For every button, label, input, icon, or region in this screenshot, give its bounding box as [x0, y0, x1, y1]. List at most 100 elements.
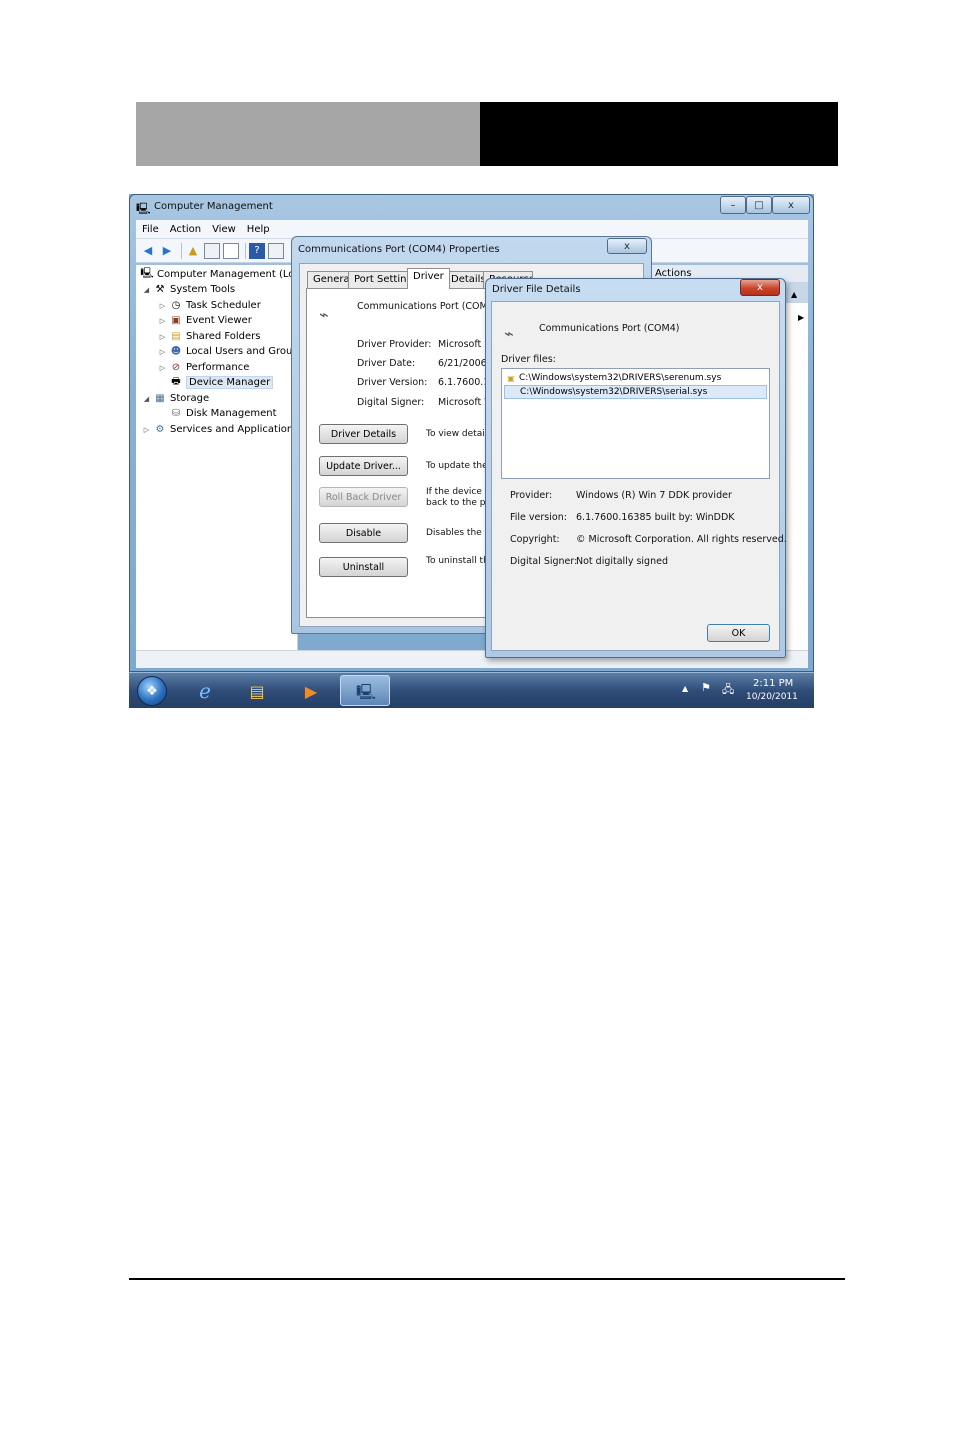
file-path: C:\Windows\system32\DRIVERS\serial.sys [520, 387, 708, 397]
info-label: Provider: [510, 490, 553, 501]
driver-file-details-dialog: Driver File Details x ⌁ Communications P… [485, 278, 787, 658]
tree-node-event-viewer[interactable]: ▷ ▣ Event Viewer [158, 313, 252, 328]
tree-node-label: Performance [186, 362, 250, 373]
window-title: Computer Management [154, 201, 273, 212]
internet-explorer-icon[interactable]: ℯ [191, 677, 219, 705]
menu-action[interactable]: Action [170, 224, 201, 235]
windows-logo-icon: ❖ [146, 683, 158, 699]
close-button[interactable]: x [772, 196, 810, 214]
disk-icon: ⛁ [171, 408, 181, 419]
driver-details-button[interactable]: Driver Details [319, 424, 408, 444]
tree-node-services-applications[interactable]: ▷ ⚙ Services and Applications [142, 422, 299, 437]
tree-node-label: Storage [170, 393, 210, 404]
more-actions-arrow-icon[interactable]: ▶ [798, 313, 804, 322]
menu-help[interactable]: Help [247, 224, 270, 235]
uninstall-button[interactable]: Uninstall [319, 557, 408, 577]
clock-icon: ◷ [171, 300, 181, 311]
expand-arrow-icon[interactable]: ▷ [158, 348, 167, 356]
expand-arrow-icon[interactable]: ▷ [158, 364, 167, 372]
list-item[interactable]: C:\Windows\system32\DRIVERS\serial.sys [504, 385, 767, 399]
driver-file-details-title: Driver File Details [492, 284, 581, 295]
tree-node-local-users[interactable]: ▷ ☻ Local Users and Group [158, 344, 299, 359]
info-label: Digital Signer: [510, 556, 578, 567]
tree-node-computer-management[interactable]: 🖳 Computer Management (Loc [138, 267, 300, 282]
tree-node-device-manager[interactable]: 🖶 Device Manager [158, 375, 274, 390]
tab-driver[interactable]: Driver [407, 268, 450, 289]
driver-file-details-close-button[interactable]: x [740, 279, 780, 296]
system-tools-icon: ⚒ [155, 284, 165, 295]
network-icon[interactable]: 🖧 [722, 681, 734, 700]
event-viewer-icon: ▣ [171, 315, 181, 326]
tree-node-label: Task Scheduler [186, 300, 261, 311]
back-arrow-icon[interactable]: ◀ [140, 243, 156, 259]
device-manager-icon: 🖶 [171, 376, 181, 387]
expand-arrow-icon[interactable]: ▷ [142, 426, 151, 434]
menu-file[interactable]: File [142, 224, 159, 235]
tree-node-task-scheduler[interactable]: ▷ ◷ Task Scheduler [158, 298, 261, 313]
driver-files-list[interactable]: ▣ C:\Windows\system32\DRIVERS\serenum.sy… [501, 368, 770, 479]
close-icon: x [757, 282, 763, 293]
button-description: To update the [426, 461, 486, 471]
field-value: Microsoft [438, 339, 482, 350]
tree-node-storage[interactable]: ◢ ▦ Storage [142, 391, 209, 406]
action-pane-icon[interactable] [268, 242, 284, 259]
computer-management-icon: 🖳 [140, 268, 154, 279]
toolbar-separator [181, 242, 182, 259]
tree-node-system-tools[interactable]: ◢ ⚒ System Tools [142, 282, 235, 297]
port-connector-icon: ⌁ [504, 324, 514, 343]
properties-dialog-title: Communications Port (COM4) Properties [298, 244, 500, 255]
certificate-file-icon: ▣ [507, 373, 515, 383]
roll-back-driver-button[interactable]: Roll Back Driver [319, 487, 408, 507]
tree-node-shared-folders[interactable]: ▷ ▤ Shared Folders [158, 329, 261, 344]
button-description: Disables the se [426, 528, 486, 538]
clock-date[interactable]: 10/20/2011 [746, 692, 798, 702]
minimize-button[interactable]: – [720, 196, 746, 214]
collapse-arrow-icon[interactable]: ◢ [142, 286, 151, 294]
tree-node-disk-management[interactable]: ⛁ Disk Management [158, 406, 277, 421]
maximize-button[interactable]: □ [746, 196, 772, 214]
action-center-flag-icon[interactable]: ⚑ [701, 681, 711, 694]
expand-arrow-icon[interactable]: ▷ [158, 302, 167, 310]
performance-icon: ⊘ [171, 362, 181, 373]
shared-folders-icon: ▤ [171, 331, 181, 342]
up-folder-icon[interactable]: ▲ [185, 243, 201, 259]
computer-management-icon: 🖳 [356, 683, 377, 701]
forward-arrow-icon[interactable]: ▶ [159, 243, 175, 259]
expand-arrow-icon[interactable]: ▷ [158, 333, 167, 341]
disable-button[interactable]: Disable [319, 523, 408, 543]
properties-close-button[interactable]: x [607, 238, 647, 254]
button-description: If the device fa [426, 487, 486, 497]
expand-arrow-icon[interactable]: ▷ [158, 317, 167, 325]
help-icon[interactable]: ? [249, 242, 265, 259]
menu-view[interactable]: View [212, 224, 236, 235]
info-value: Windows (R) Win 7 DDK provider [576, 490, 732, 501]
info-value: Not digitally signed [576, 556, 668, 567]
taskbar-computer-management-button[interactable]: 🖳 [340, 675, 390, 706]
header-bar-left [136, 102, 480, 166]
collapse-arrow-icon[interactable]: ◢ [142, 395, 151, 403]
console-tree: 🖳 Computer Management (Loc ◢ ⚒ System To… [136, 265, 300, 708]
show-hidden-icons-icon[interactable]: ▲ [682, 684, 688, 693]
header-bar-right [480, 102, 838, 166]
file-path: C:\Windows\system32\DRIVERS\serenum.sys [519, 373, 722, 383]
port-connector-icon: ⌁ [319, 305, 329, 324]
properties-icon[interactable] [223, 242, 239, 259]
media-player-icon[interactable]: ▶ [297, 677, 325, 705]
collapse-up-icon[interactable]: ▲ [791, 290, 797, 299]
toolbar-separator [245, 242, 246, 259]
start-button[interactable]: ❖ [137, 676, 167, 706]
list-item[interactable]: ▣ C:\Windows\system32\DRIVERS\serenum.sy… [504, 371, 767, 385]
file-icon [506, 387, 518, 398]
ok-button[interactable]: OK [707, 624, 770, 642]
driver-files-label: Driver files: [501, 354, 556, 365]
show-hide-tree-icon[interactable] [204, 242, 220, 259]
update-driver-button[interactable]: Update Driver... [319, 456, 408, 476]
tree-node-performance[interactable]: ▷ ⊘ Performance [158, 360, 250, 375]
clock-time[interactable]: 2:11 PM [753, 678, 793, 689]
tree-node-label: Disk Management [186, 408, 277, 419]
device-name: Communications Port (COM4) [539, 323, 680, 334]
info-value: © Microsoft Corporation. All rights rese… [576, 534, 787, 545]
file-explorer-icon[interactable]: ▤ [243, 677, 271, 705]
tree-node-label: Local Users and Group [186, 346, 299, 357]
button-description: back to the pre [426, 498, 486, 508]
